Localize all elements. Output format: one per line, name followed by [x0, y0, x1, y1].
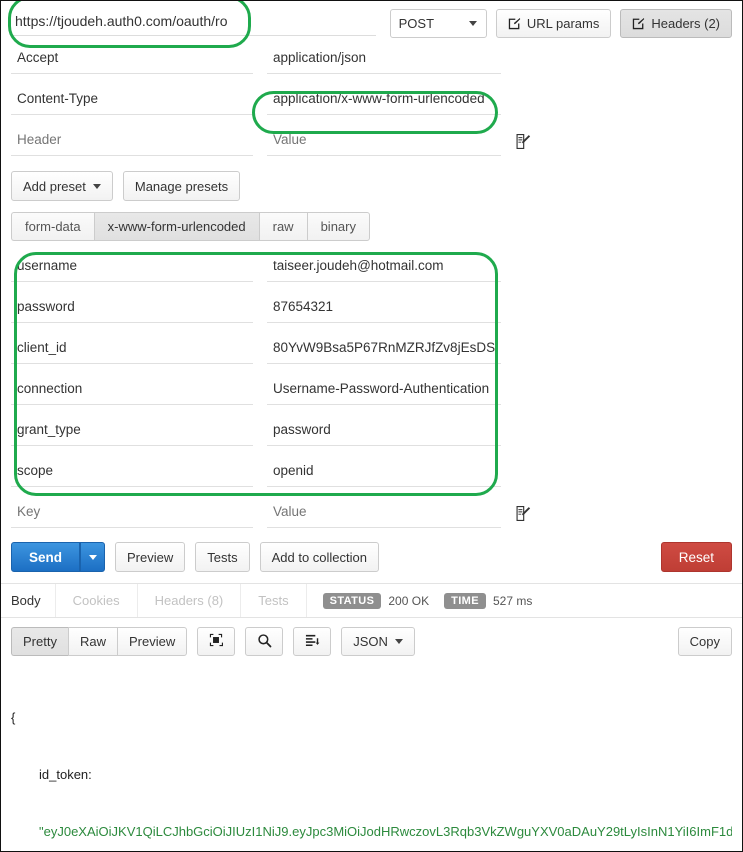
wrap-lines-button[interactable] — [293, 627, 332, 656]
tests-button[interactable]: Tests — [195, 542, 250, 572]
tab-form-data[interactable]: form-data — [11, 212, 94, 241]
header-value-input[interactable] — [267, 127, 501, 156]
edit-square-icon — [632, 17, 645, 30]
wrap-lines-icon — [305, 633, 320, 651]
postman-window: POST URL params Headers (2) — [1, 1, 742, 851]
add-preset-button[interactable]: Add preset — [11, 171, 113, 201]
form-body-editor — [1, 241, 742, 534]
form-value-input[interactable] — [267, 499, 501, 528]
status-value: 200 OK — [388, 593, 430, 608]
view-mode-raw[interactable]: Raw — [67, 627, 117, 656]
copy-button[interactable]: Copy — [677, 627, 732, 656]
request-action-bar: Send Preview Tests Add to collection Res… — [1, 534, 742, 572]
http-method-value: POST — [398, 16, 435, 31]
form-value-input[interactable] — [267, 253, 501, 282]
view-mode-pretty[interactable]: Pretty — [11, 627, 68, 656]
url-params-button[interactable]: URL params — [495, 9, 612, 38]
header-value-input[interactable] — [267, 86, 501, 115]
form-value-input[interactable] — [267, 335, 501, 364]
header-row — [11, 80, 732, 121]
response-tabs: Body Cookies Headers (8) Tests STATUS 20… — [1, 584, 742, 617]
header-row — [11, 39, 732, 80]
time-badge: TIME — [444, 592, 486, 609]
send-options-button[interactable] — [80, 542, 106, 572]
form-key-input[interactable] — [11, 417, 253, 446]
response-meta: STATUS 200 OK TIME 527 ms — [307, 584, 533, 617]
json-line-open-brace: { — [11, 710, 16, 725]
form-key-input[interactable] — [11, 499, 253, 528]
tab-headers[interactable]: Headers (8) — [138, 584, 242, 617]
tab-binary[interactable]: binary — [306, 212, 370, 241]
form-value-input[interactable] — [267, 294, 501, 323]
chevron-down-icon — [394, 639, 403, 644]
form-row — [11, 247, 732, 288]
chevron-down-icon — [468, 21, 477, 26]
form-row — [11, 288, 732, 329]
request-url-input[interactable] — [11, 9, 376, 36]
tab-x-www-form-urlencoded[interactable]: x-www-form-urlencoded — [93, 212, 259, 241]
add-preset-label: Add preset — [23, 178, 86, 194]
add-to-collection-button[interactable]: Add to collection — [259, 542, 380, 572]
form-value-input[interactable] — [267, 458, 501, 487]
chevron-down-icon — [88, 554, 97, 560]
form-row-empty — [11, 493, 732, 534]
tab-cookies[interactable]: Cookies — [56, 584, 138, 617]
view-mode-preview[interactable]: Preview — [116, 627, 188, 656]
form-key-input[interactable] — [11, 458, 253, 487]
http-method-select[interactable]: POST — [389, 9, 487, 38]
status-badge: STATUS — [322, 592, 382, 609]
tab-tests[interactable]: Tests — [241, 584, 307, 617]
form-row — [11, 329, 732, 370]
header-key-input[interactable] — [11, 127, 253, 156]
form-value-input[interactable] — [267, 376, 501, 405]
body-type-tabs: form-data x-www-form-urlencoded raw bina… — [1, 201, 742, 241]
manage-presets-button[interactable]: Manage presets — [122, 171, 241, 201]
search-button[interactable] — [245, 627, 284, 656]
form-row — [11, 452, 732, 493]
form-row — [11, 411, 732, 452]
form-key-input[interactable] — [11, 376, 253, 405]
form-key-input[interactable] — [11, 335, 253, 364]
edit-square-icon — [508, 17, 521, 30]
header-key-input[interactable] — [11, 45, 253, 74]
request-url-row: POST URL params Headers (2) — [1, 1, 742, 39]
format-select-button[interactable]: JSON — [341, 627, 415, 656]
view-mode-group: Pretty Raw Preview — [11, 627, 188, 656]
json-key-id-token: id_token: — [39, 767, 92, 782]
url-params-label: URL params — [526, 16, 600, 31]
tab-raw[interactable]: raw — [258, 212, 307, 241]
fullscreen-button[interactable] — [197, 627, 236, 656]
form-value-input[interactable] — [267, 417, 501, 446]
response-body-viewer[interactable]: { id_token: "eyJ0eXAiOiJKV1QiLCJhbGciOiJ… — [1, 656, 742, 851]
send-button[interactable]: Send — [11, 542, 81, 572]
headers-editor — [1, 39, 742, 162]
send-button-group: Send — [11, 542, 106, 572]
format-label: JSON — [353, 634, 388, 649]
form-key-input[interactable] — [11, 294, 253, 323]
search-icon — [257, 633, 272, 651]
tab-body[interactable]: Body — [3, 584, 56, 617]
form-row — [11, 370, 732, 411]
manage-presets-label: Manage presets — [134, 178, 229, 194]
chevron-down-icon — [92, 183, 101, 189]
headers-toggle-button[interactable]: Headers (2) — [620, 9, 732, 38]
form-key-input[interactable] — [11, 253, 253, 282]
header-row-empty — [11, 121, 732, 162]
bulk-edit-icon[interactable] — [515, 505, 532, 522]
preset-row: Add preset Manage presets — [1, 162, 742, 201]
reset-button[interactable]: Reset — [660, 542, 732, 572]
header-value-input[interactable] — [267, 45, 501, 74]
time-value: 527 ms — [492, 593, 533, 608]
header-key-input[interactable] — [11, 86, 253, 115]
preview-button[interactable]: Preview — [115, 542, 186, 572]
json-value-id-token: "eyJ0eXAiOiJKV1QiLCJhbGciOiJIUzI1NiJ9.ey… — [39, 824, 732, 839]
response-toolbar: Pretty Raw Preview JSON Copy — [1, 618, 742, 656]
fullscreen-icon — [209, 633, 224, 650]
bulk-edit-icon[interactable] — [515, 133, 532, 150]
headers-toggle-label: Headers (2) — [651, 16, 720, 31]
